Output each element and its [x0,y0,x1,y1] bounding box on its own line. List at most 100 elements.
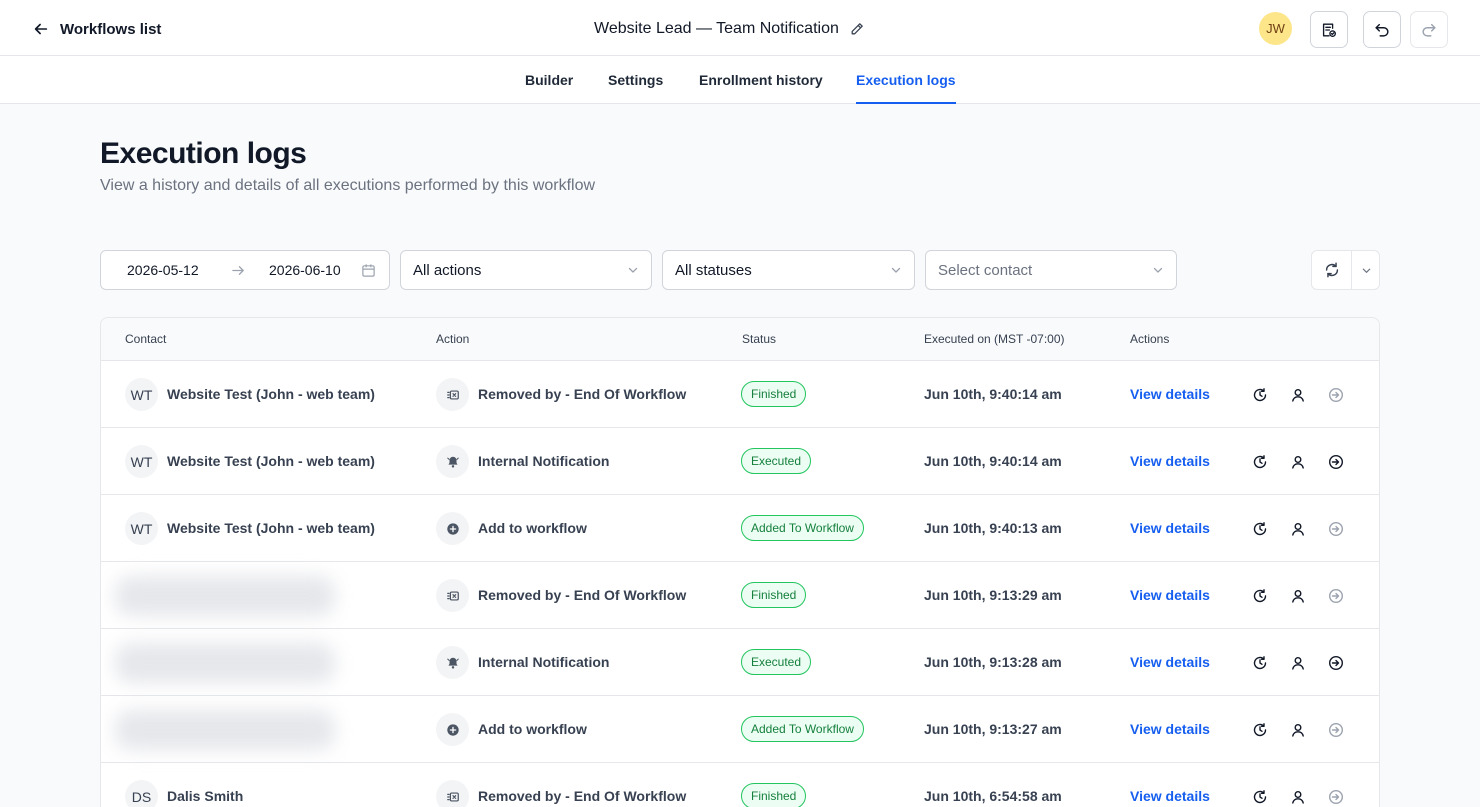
actions-filter[interactable]: All actions [400,250,652,290]
column-actions: Actions [1130,332,1170,346]
contact-avatar: WT [125,445,158,478]
contact-avatar: WT [125,378,158,411]
executed-on: Jun 10th, 9:40:14 am [924,386,1062,402]
workflow-title-text: Website Lead — Team Notification [594,20,839,37]
contact-icon[interactable] [1289,520,1307,538]
view-details-link[interactable]: View details [1130,654,1210,670]
history-icon[interactable] [1251,386,1269,404]
tab-bar: Builder Settings Enrollment history Exec… [0,56,1480,104]
action-name: Removed by - End Of Workflow [478,587,687,603]
pencil-icon[interactable] [849,21,865,37]
view-details-link[interactable]: View details [1130,453,1210,469]
history-icon[interactable] [1251,520,1269,538]
chevron-down-icon [1362,268,1370,273]
status-badge: Finished [741,582,807,608]
column-action: Action [436,332,470,346]
contact-name[interactable]: Website Test (John - web team) [167,453,375,469]
column-contact: Contact [125,332,167,346]
tab-settings[interactable]: Settings [608,56,663,103]
document-check-icon [1322,22,1336,37]
top-bar: Workflows list Website Lead — Team Notif… [0,0,1480,56]
table-header: Contact Action Status Executed on (MST -… [101,318,1379,361]
blurred-contact [115,710,335,750]
action-name: Internal Notification [478,453,610,469]
arrow-right-icon [232,266,244,275]
contact-icon[interactable] [1289,587,1307,605]
table-row: WT Website Test (John - web team) Internal… [101,428,1379,495]
undo-button[interactable] [1363,11,1401,48]
history-icon[interactable] [1251,788,1269,806]
workflow-title: Website Lead — Team Notification [594,16,865,42]
executed-on: Jun 10th, 9:13:27 am [924,721,1062,737]
table-row: WT Website Test (John - web team) Removed … [101,361,1379,428]
action-name: Internal Notification [478,654,610,670]
history-icon[interactable] [1251,654,1269,672]
view-details-link[interactable]: View details [1130,587,1210,603]
column-executed-on: Executed on (MST -07:00) [924,332,1065,346]
date-from[interactable]: 2026-05-12 [127,262,199,278]
back-to-workflows-link[interactable]: Workflows list [32,16,161,42]
review-button[interactable] [1310,11,1348,48]
action-type-icon [436,512,469,545]
view-details-link[interactable]: View details [1130,788,1210,804]
status-badge: Finished [741,381,807,407]
refresh-button[interactable] [1312,251,1352,289]
table-row: Add to workflow Added To Workflow Jun 10th… [101,696,1379,763]
statuses-filter[interactable]: All statuses [662,250,915,290]
chevron-down-icon [891,267,901,273]
redo-button[interactable] [1410,11,1448,48]
arrow-left-icon [34,23,48,35]
contact-icon[interactable] [1289,453,1307,471]
plus-circle-icon [446,723,460,737]
enter-icon[interactable] [1327,587,1345,605]
contact-icon[interactable] [1289,386,1307,404]
contact-name[interactable]: Website Test (John - web team) [167,520,375,536]
enter-icon[interactable] [1327,386,1345,404]
history-icon[interactable] [1251,587,1269,605]
view-details-link[interactable]: View details [1130,721,1210,737]
enter-icon[interactable] [1327,788,1345,806]
enter-icon[interactable] [1327,520,1345,538]
undo-icon [1375,23,1389,37]
table-row: WT Website Test (John - web team) Add to w… [101,495,1379,562]
refresh-icon [1325,262,1338,278]
enter-icon[interactable] [1327,721,1345,739]
view-details-link[interactable]: View details [1130,520,1210,536]
enter-icon[interactable] [1327,453,1345,471]
action-type-icon [436,445,469,478]
action-name: Removed by - End Of Workflow [478,386,687,402]
page-title: Execution logs [100,137,307,170]
action-type-icon [436,378,469,411]
enter-icon[interactable] [1327,654,1345,672]
status-badge: Added To Workflow [741,716,864,742]
redo-icon [1422,23,1436,37]
contact-name[interactable]: Website Test (John - web team) [167,386,375,402]
contact-filter-placeholder: Select contact [938,261,1033,279]
table-row: Internal Notification Executed Jun 10th, 9… [101,629,1379,696]
user-avatar[interactable]: JW [1259,12,1292,45]
contact-icon[interactable] [1289,721,1307,739]
history-icon[interactable] [1251,721,1269,739]
action-type-icon [436,579,469,612]
blurred-contact [115,576,335,616]
blurred-contact [115,643,335,683]
history-icon[interactable] [1251,453,1269,471]
contact-name[interactable]: Dalis Smith [167,788,243,804]
date-range-picker[interactable]: 2026-05-12 2026-06-10 [100,250,390,290]
action-name: Add to workflow [478,721,587,737]
executed-on: Jun 10th, 6:54:58 am [924,788,1062,804]
contact-icon[interactable] [1289,654,1307,672]
tab-builder[interactable]: Builder [525,56,573,103]
refresh-options-button[interactable] [1352,251,1380,289]
actions-filter-value: All actions [413,261,482,279]
execution-logs-table: Contact Action Status Executed on (MST -… [100,317,1380,807]
contact-icon[interactable] [1289,788,1307,806]
contact-filter[interactable]: Select contact [925,250,1177,290]
tab-enrollment-history[interactable]: Enrollment history [699,56,823,103]
contact-initials: WT [130,386,153,403]
date-to[interactable]: 2026-06-10 [269,262,341,278]
plus-circle-icon [446,522,460,536]
tab-execution-logs[interactable]: Execution logs [856,56,956,104]
executed-on: Jun 10th, 9:40:13 am [924,520,1062,536]
view-details-link[interactable]: View details [1130,386,1210,402]
